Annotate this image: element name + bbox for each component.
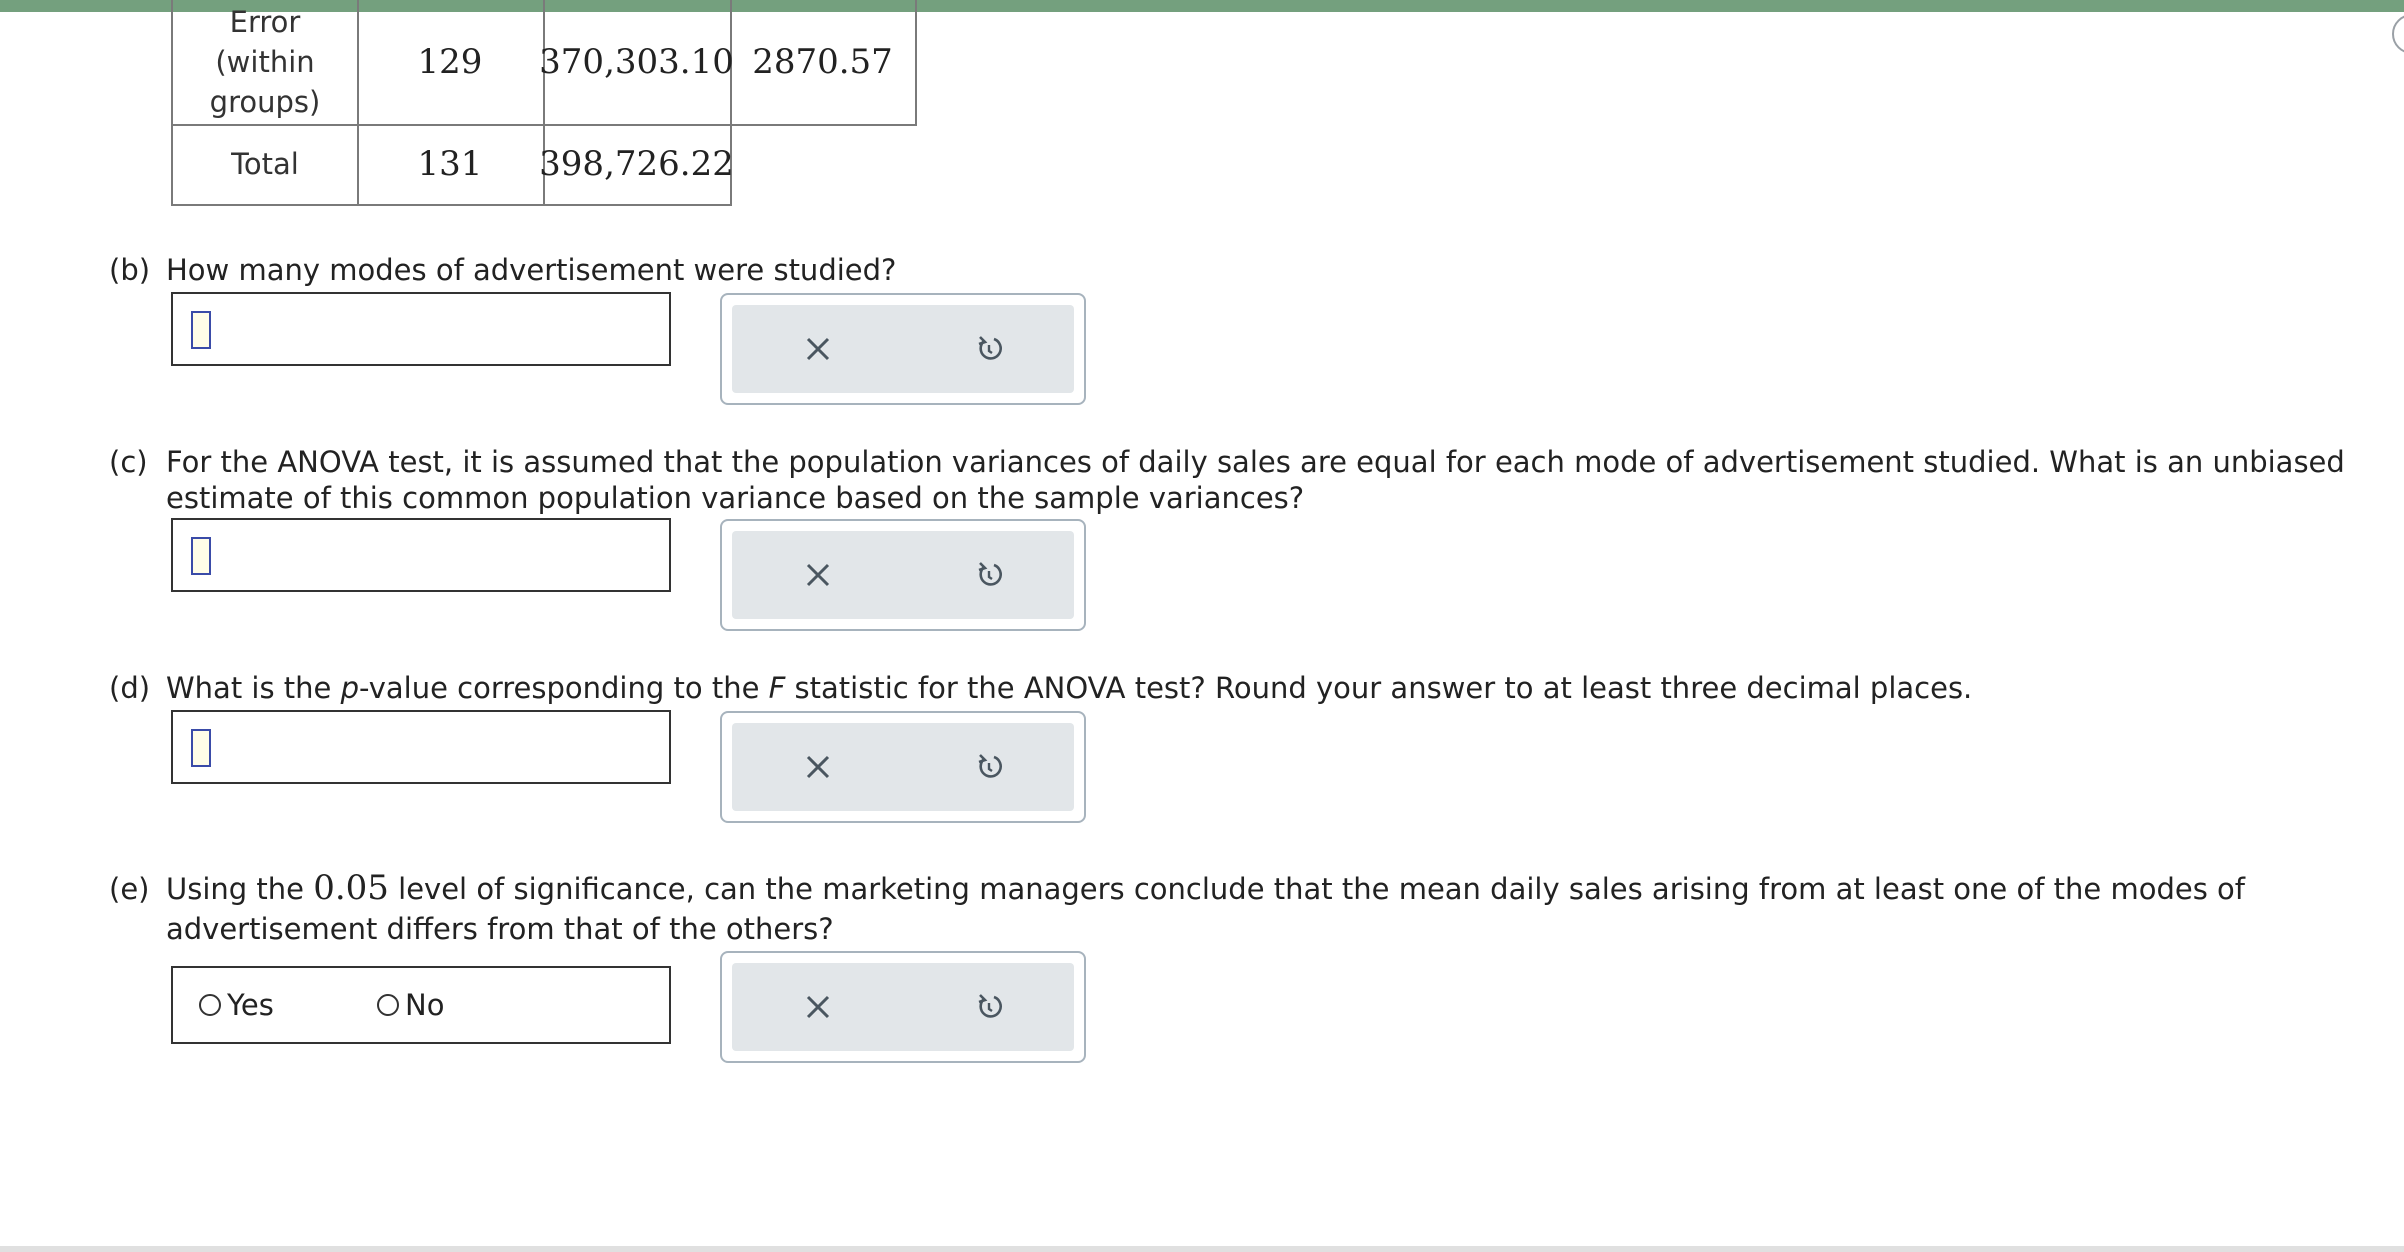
clear-button-e[interactable] bbox=[732, 963, 904, 1051]
reset-button-d[interactable] bbox=[904, 723, 1076, 811]
question-b-prefix: (b) bbox=[109, 253, 151, 287]
undo-icon bbox=[978, 336, 1002, 360]
close-icon bbox=[806, 995, 830, 1019]
radio-label-no: No bbox=[405, 988, 445, 1022]
clear-button-d[interactable] bbox=[732, 723, 904, 811]
ms-error: 2870.57 bbox=[730, 0, 917, 126]
input-cursor bbox=[191, 729, 211, 767]
close-icon bbox=[806, 755, 830, 779]
question-b-text: How many modes of advertisement were stu… bbox=[166, 253, 897, 287]
question-e-text-2: level of significance, can the marketing… bbox=[388, 872, 2245, 906]
radio-label-yes: Yes bbox=[227, 988, 274, 1022]
clear-button-c[interactable] bbox=[732, 531, 904, 619]
edge-button[interactable] bbox=[2392, 14, 2404, 54]
close-icon bbox=[806, 337, 830, 361]
question-d-text-1: What is the bbox=[166, 671, 341, 705]
radio-option-yes[interactable]: Yes bbox=[199, 968, 274, 1042]
tool-panel-b bbox=[720, 293, 1086, 405]
close-icon bbox=[806, 563, 830, 587]
input-cursor bbox=[191, 537, 211, 575]
p-symbol: p bbox=[340, 671, 360, 705]
ss-total: 398,726.22 bbox=[539, 124, 734, 206]
question-d-prefix: (d) bbox=[109, 671, 151, 705]
radio-button[interactable] bbox=[377, 994, 399, 1016]
tool-panel-e bbox=[720, 951, 1086, 1063]
radio-option-no[interactable]: No bbox=[377, 968, 444, 1042]
question-d-text-3: statistic for the ANOVA test? Round your… bbox=[785, 671, 1973, 705]
question-d: (d) What is the p-value corresponding to … bbox=[109, 670, 2369, 706]
significance-level: 0.05 bbox=[313, 868, 389, 908]
bottom-divider bbox=[0, 1246, 2404, 1252]
input-cursor bbox=[191, 311, 211, 349]
row-label-error: Error (within groups) bbox=[171, 0, 359, 126]
f-symbol: F bbox=[768, 671, 786, 705]
question-b: (b) How many modes of advertisement were … bbox=[109, 252, 2309, 288]
question-c: (c) For the ANOVA test, it is assumed tha… bbox=[109, 444, 2369, 516]
question-c-prefix: (c) bbox=[109, 445, 148, 479]
ss-error: 370,303.10 bbox=[539, 0, 734, 126]
question-e: (e) Using the 0.05 level of significance,… bbox=[109, 868, 2369, 949]
question-c-line1: For the ANOVA test, it is assumed that t… bbox=[166, 445, 2345, 479]
answer-radio-group-e: Yes No bbox=[171, 966, 671, 1044]
clear-button-b[interactable] bbox=[732, 305, 904, 393]
tool-panel-c bbox=[720, 519, 1086, 631]
question-e-prefix: (e) bbox=[109, 872, 150, 906]
reset-button-e[interactable] bbox=[904, 963, 1076, 1051]
row-label-total: Total bbox=[171, 124, 359, 206]
question-e-line2: advertisement differs from that of the o… bbox=[166, 912, 834, 946]
answer-input-d[interactable] bbox=[171, 710, 671, 784]
question-e-text-1: Using the bbox=[166, 872, 314, 906]
radio-button[interactable] bbox=[199, 994, 221, 1016]
df-error: 129 bbox=[357, 0, 545, 126]
df-total: 131 bbox=[357, 124, 545, 206]
undo-icon bbox=[978, 562, 1002, 586]
reset-button-c[interactable] bbox=[904, 531, 1076, 619]
undo-icon bbox=[978, 754, 1002, 778]
question-c-line2: estimate of this common population varia… bbox=[166, 481, 1305, 515]
answer-input-c[interactable] bbox=[171, 518, 671, 592]
answer-input-b[interactable] bbox=[171, 292, 671, 366]
tool-panel-d bbox=[720, 711, 1086, 823]
undo-icon bbox=[978, 994, 1002, 1018]
question-d-text-2: -value corresponding to the bbox=[359, 671, 769, 705]
reset-button-b[interactable] bbox=[904, 305, 1076, 393]
